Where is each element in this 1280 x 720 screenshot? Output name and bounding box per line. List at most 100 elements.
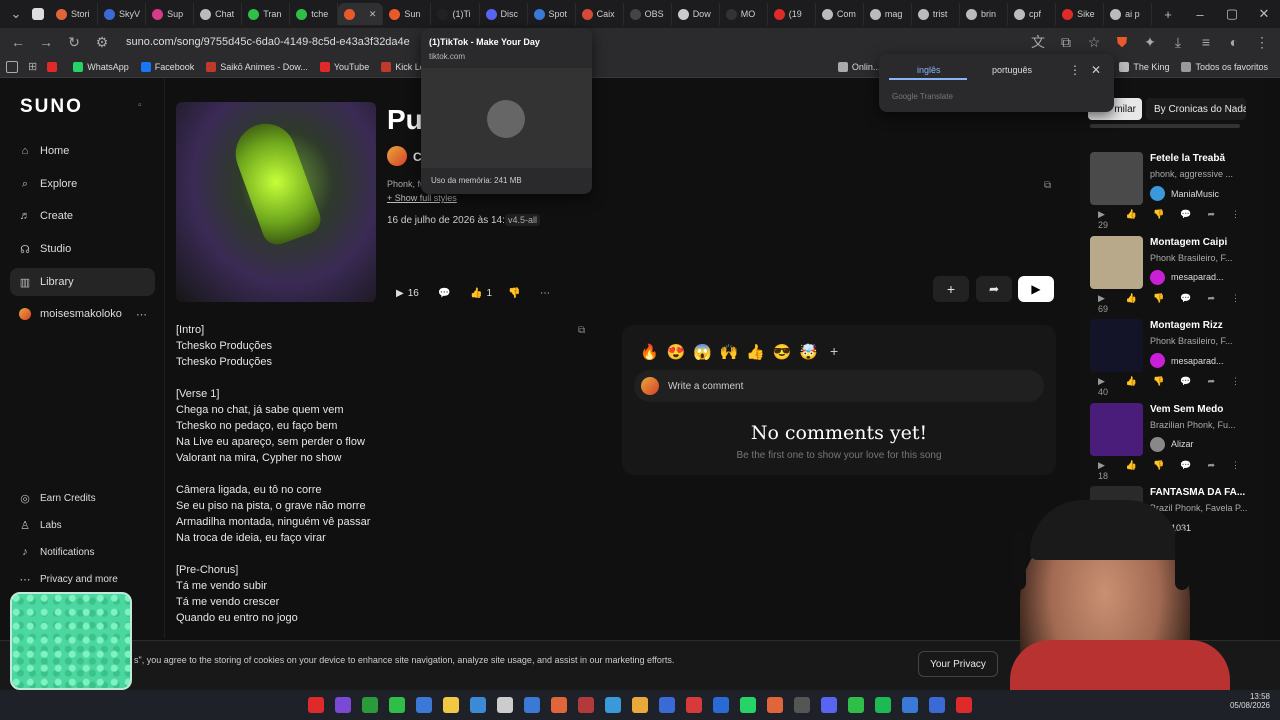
sidebar-item-studio[interactable]: ☊ Studio — [10, 235, 155, 263]
taskbar-app-icon[interactable] — [389, 697, 405, 713]
browser-tab[interactable]: OBS — [624, 3, 672, 25]
translate-close-icon[interactable]: ✕ — [1091, 63, 1101, 77]
recommended-thumb[interactable] — [1090, 152, 1143, 205]
browser-tab[interactable]: ✕ — [338, 3, 384, 25]
browser-tab[interactable]: Chat — [194, 3, 243, 25]
taskbar-app-icon[interactable] — [875, 697, 891, 713]
taskbar-app-icon[interactable] — [821, 697, 837, 713]
close-window-icon[interactable]: ✕ — [1248, 6, 1280, 22]
browser-tab[interactable]: Spot — [528, 3, 576, 25]
brave-icon[interactable]: ⛊ — [1112, 34, 1132, 51]
more-icon[interactable]: ⋮ — [1231, 209, 1240, 230]
bookmark-item[interactable]: Facebook — [140, 61, 194, 72]
sidebar-item-user[interactable]: moisesmakoloko ⋯ — [10, 300, 155, 328]
taskbar-app-icon[interactable] — [362, 697, 378, 713]
recommended-thumb[interactable] — [1090, 235, 1143, 289]
apps-grid-icon[interactable]: ⊞ — [28, 60, 37, 73]
translate-icon[interactable]: 文 — [1028, 32, 1048, 52]
collapse-sidebar-icon[interactable]: ▫ — [138, 100, 142, 111]
taskbar-app-icon[interactable] — [497, 697, 513, 713]
sidebar-item-create[interactable]: ♬ Create — [10, 202, 155, 230]
taskbar-app-icon[interactable] — [443, 697, 459, 713]
share-icon[interactable]: ➦ — [1207, 460, 1215, 481]
sidebar-bottom-item[interactable]: ◎ Earn Credits — [10, 484, 155, 512]
forward-icon[interactable]: → — [36, 34, 56, 50]
taskbar-app-icon[interactable] — [605, 697, 621, 713]
dislike-icon[interactable]: 👎 — [1153, 460, 1164, 481]
taskbar-app-icon[interactable] — [308, 697, 324, 713]
play-button[interactable]: ▶ — [1018, 276, 1054, 302]
tabs-scrollbar[interactable] — [1090, 124, 1240, 128]
recommended-song[interactable]: Vem Sem Medo Brazilian Phonk, Fu... Alizar… — [1090, 402, 1240, 483]
new-tab-icon[interactable]: + — [1152, 7, 1184, 22]
taskbar-app-icon[interactable] — [551, 697, 567, 713]
url-field[interactable]: suno.com/song/9755d45c-6da0-4149-8c5d-e4… — [126, 36, 410, 48]
browser-tab[interactable]: (19 — [768, 3, 816, 25]
like-icon[interactable]: 👍 — [1126, 293, 1137, 314]
browser-tab[interactable]: Sun — [383, 3, 432, 25]
comment-icon[interactable]: 💬 — [438, 282, 450, 304]
taskbar-app-icon[interactable] — [335, 697, 351, 713]
tab-search-icon[interactable]: ⌄ — [0, 6, 32, 22]
browser-tab[interactable]: Sike — [1056, 3, 1105, 25]
browser-tab[interactable]: Com — [816, 3, 864, 25]
like-icon[interactable]: 👍 — [1126, 209, 1137, 230]
translate-lang-target[interactable]: português — [992, 65, 1032, 75]
taskbar-app-icon[interactable] — [713, 697, 729, 713]
recommended-song[interactable]: Fetele la Treabă phonk, aggressive ... Man… — [1090, 152, 1240, 232]
copy-icon[interactable]: ⧉ — [1044, 180, 1051, 191]
recommended-song[interactable]: Montagem Caipi Phonk Brasileiro, F... mesa… — [1090, 235, 1240, 316]
browser-tab[interactable]: brin — [960, 3, 1009, 25]
browser-tab[interactable]: mag — [864, 3, 912, 25]
taskbar-app-icon[interactable] — [740, 697, 756, 713]
reaction-emoji[interactable]: 🙌 — [720, 343, 739, 361]
taskbar-app-icon[interactable] — [470, 697, 486, 713]
sidebar-item-library[interactable]: ▥ Library — [10, 268, 155, 296]
reaction-emoji[interactable]: 😍 — [667, 343, 686, 361]
bookmark-star-icon[interactable]: ☆ — [1084, 34, 1104, 51]
share-icon[interactable]: ➦ — [1207, 376, 1215, 397]
taskbar-app-icon[interactable] — [659, 697, 675, 713]
back-icon[interactable]: ← — [8, 34, 28, 50]
media-icon[interactable]: ≡ — [1196, 34, 1216, 50]
menu-icon[interactable]: ⋮ — [1252, 34, 1272, 51]
more-icon[interactable]: ⋮ — [1231, 293, 1240, 314]
add-reaction-icon[interactable]: + — [830, 343, 838, 359]
recommended-author[interactable]: mesaparad... — [1150, 269, 1224, 285]
taskbar-app-icon[interactable] — [929, 697, 945, 713]
reaction-emoji[interactable]: 🔥 — [640, 343, 659, 361]
browser-tab[interactable]: Caix — [576, 3, 624, 25]
dislike-icon[interactable]: 👎 — [508, 282, 520, 304]
reaction-emoji[interactable]: 👍 — [746, 343, 765, 361]
recommended-song[interactable]: Montagem Rizz Phonk Brasileiro, F... mesap… — [1090, 319, 1240, 399]
browser-tab[interactable]: Sup — [146, 3, 195, 25]
like-icon[interactable]: 👍 — [1126, 376, 1137, 397]
song-cover-image[interactable] — [176, 102, 376, 302]
more-icon[interactable]: ⋮ — [1231, 460, 1240, 481]
sidebar-bottom-item[interactable]: ♙ Labs — [10, 511, 155, 539]
profile-icon[interactable]: ◐ — [1224, 34, 1244, 50]
taskbar-app-icon[interactable] — [956, 697, 972, 713]
add-to-playlist-button[interactable]: + — [933, 276, 969, 302]
taskbar-app-icon[interactable] — [767, 697, 783, 713]
extensions-icon[interactable]: ✦ — [1140, 34, 1160, 51]
recommended-author[interactable]: ManiaMusic — [1150, 186, 1219, 201]
maximize-icon[interactable]: ▢ — [1216, 6, 1248, 22]
browser-tab[interactable]: Dow — [672, 3, 720, 25]
taskbar-app-icon[interactable] — [632, 697, 648, 713]
bookmark-item[interactable]: The King — [1119, 61, 1169, 72]
bookmark-item[interactable]: WhatsApp — [73, 61, 129, 72]
browser-tab[interactable]: Stori — [50, 3, 99, 25]
suno-logo[interactable]: SUNO — [20, 96, 83, 118]
reaction-emoji[interactable]: 😱 — [693, 343, 712, 361]
recommended-thumb[interactable] — [1090, 402, 1143, 456]
show-full-styles-link[interactable]: + Show full styles — [387, 193, 457, 203]
tab-by-artist[interactable]: By Cronicas do Nada — [1146, 98, 1246, 120]
recommended-title[interactable]: Fetele la Treabă — [1150, 153, 1225, 164]
bookmark-item[interactable]: Todos os favoritos — [1181, 61, 1268, 72]
artist-avatar[interactable] — [387, 146, 407, 166]
share-icon[interactable]: ➦ — [1207, 293, 1215, 314]
browser-tab[interactable]: MO — [720, 3, 768, 25]
share-button[interactable]: ➦ — [976, 276, 1012, 302]
taskbar-app-icon[interactable] — [578, 697, 594, 713]
